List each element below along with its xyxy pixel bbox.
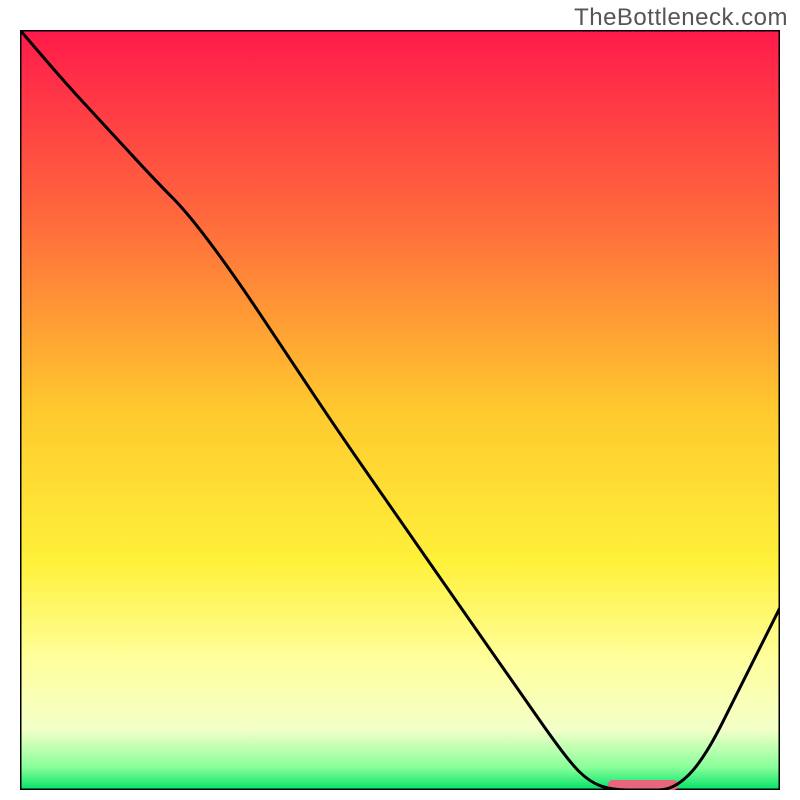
- plot-area: [20, 30, 780, 790]
- chart-stage: TheBottleneck.com: [0, 0, 800, 800]
- watermark-label: TheBottleneck.com: [574, 4, 788, 32]
- bottleneck-plot: [20, 30, 780, 790]
- gradient-panel: [20, 30, 780, 790]
